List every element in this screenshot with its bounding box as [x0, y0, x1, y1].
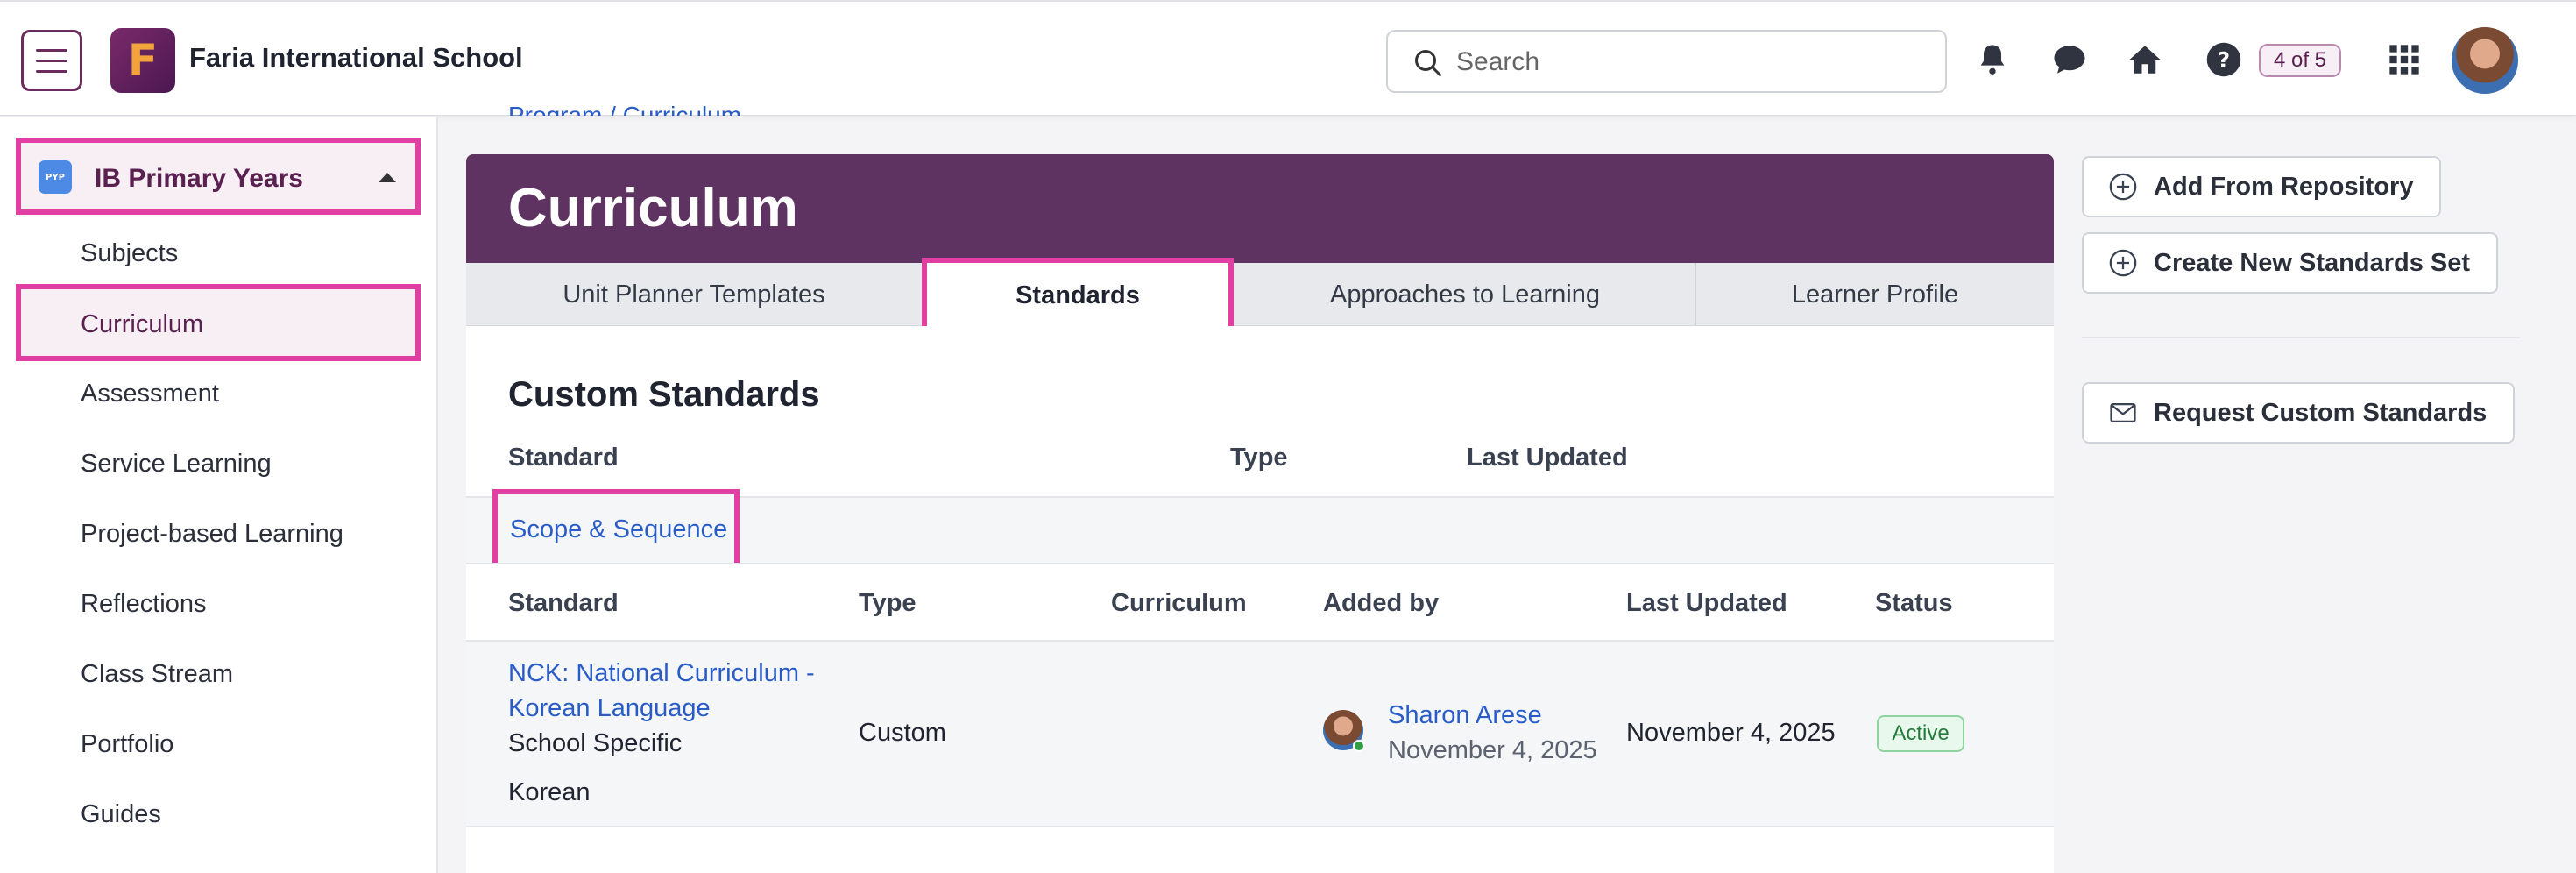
school-logo[interactable]: F: [110, 28, 175, 93]
tab-bar: Unit Planner Templates Standards Approac…: [466, 258, 2054, 333]
menu-line: [36, 48, 67, 52]
column-header-last-updated[interactable]: Last Updated: [1467, 444, 1628, 472]
column-header-standard[interactable]: Standard: [508, 444, 619, 472]
request-custom-standards-button[interactable]: Request Custom Standards: [2082, 382, 2516, 444]
standard-scope-label: School Specific: [508, 729, 683, 757]
sidebar-item-class-stream[interactable]: Class Stream: [81, 660, 233, 689]
inner-header-added-by[interactable]: Added by: [1323, 589, 1439, 618]
menu-line: [36, 59, 67, 62]
sidebar-item-subjects[interactable]: Subjects: [81, 239, 178, 268]
plus-circle-icon: [2109, 173, 2137, 201]
sidebar-item-guides[interactable]: Guides: [81, 800, 161, 829]
inner-header-curriculum[interactable]: Curriculum: [1111, 589, 1247, 618]
sidebar-item-project-based-learning[interactable]: Project-based Learning: [81, 520, 343, 549]
sidebar-item-reflections[interactable]: Reflections: [81, 590, 206, 619]
logo-letter: F: [127, 35, 159, 86]
create-new-standards-set-button[interactable]: Create New Standards Set: [2082, 232, 2499, 294]
standard-type: Custom: [859, 719, 946, 747]
status-badge: Active: [1877, 715, 1964, 752]
inner-header-status[interactable]: Status: [1875, 589, 1953, 618]
row-divider: [466, 826, 2054, 827]
scope-sequence-group[interactable]: Scope & Sequence: [492, 489, 740, 570]
online-status-dot: [1353, 740, 1365, 752]
add-from-repository-label: Add From Repository: [2154, 172, 2414, 201]
standard-name-link-line1[interactable]: NCK: National Curriculum -: [508, 659, 815, 688]
scope-sequence-link[interactable]: Scope & Sequence: [510, 515, 727, 544]
caret-up-icon: [379, 173, 396, 182]
envelope-icon: [2110, 402, 2136, 423]
tab-standards[interactable]: Standards: [922, 258, 1234, 333]
program-selector[interactable]: PYP IB Primary Years: [16, 138, 421, 215]
sidebar: PYP IB Primary Years Subjects Curriculum…: [0, 117, 438, 873]
help-progress-badge[interactable]: 4 of 5: [2259, 44, 2341, 77]
school-name: Faria International School: [189, 42, 523, 73]
added-by-date: November 4, 2025: [1388, 736, 1597, 764]
inner-header-type[interactable]: Type: [859, 589, 916, 618]
breadcrumb[interactable]: Program / Curriculum: [508, 89, 859, 116]
actions-divider: [2082, 337, 2520, 338]
pyp-program-icon: PYP: [39, 160, 72, 194]
standard-name-link-line2[interactable]: Korean Language: [508, 694, 711, 723]
program-label: IB Primary Years: [95, 164, 303, 193]
sidebar-item-assessment[interactable]: Assessment: [81, 380, 219, 408]
added-by-name-link[interactable]: Sharon Arese: [1388, 701, 1542, 730]
apps-grid-icon[interactable]: [2385, 40, 2424, 79]
column-header-type[interactable]: Type: [1230, 444, 1288, 472]
help-question-icon[interactable]: ?: [2204, 40, 2243, 79]
create-new-standards-set-label: Create New Standards Set: [2154, 248, 2471, 277]
search-icon: [1415, 50, 1441, 76]
notifications-bell-icon[interactable]: [1973, 40, 2012, 79]
tab-unit-planner-templates[interactable]: Unit Planner Templates: [466, 263, 922, 326]
plus-circle-icon: [2109, 249, 2137, 277]
menu-line: [36, 69, 67, 73]
section-title: Custom Standards: [508, 375, 820, 414]
hamburger-menu-button[interactable]: [21, 30, 82, 91]
svg-text:?: ?: [2218, 47, 2230, 73]
user-avatar[interactable]: [2450, 25, 2520, 96]
standard-language: Korean: [508, 778, 591, 806]
tab-approaches-to-learning[interactable]: Approaches to Learning: [1237, 263, 1693, 326]
request-custom-standards-label: Request Custom Standards: [2154, 398, 2488, 427]
last-updated-date: November 4, 2025: [1626, 719, 1836, 747]
page-header: Curriculum: [466, 154, 2054, 263]
sidebar-item-label: Curriculum: [81, 310, 204, 338]
tab-learner-profile[interactable]: Learner Profile: [1696, 263, 2054, 326]
home-icon[interactable]: [2126, 40, 2164, 79]
search-box[interactable]: [1386, 30, 1947, 93]
pyp-icon-text: PYP: [46, 172, 65, 182]
messages-chat-icon[interactable]: [2050, 40, 2089, 79]
inner-table-header: Standard Type Curriculum Added by Last U…: [466, 564, 2054, 642]
sidebar-item-curriculum[interactable]: Curriculum: [16, 284, 421, 361]
inner-header-last-updated[interactable]: Last Updated: [1626, 589, 1787, 618]
page-title: Curriculum: [508, 178, 798, 238]
sidebar-item-service-learning[interactable]: Service Learning: [81, 450, 272, 479]
top-bar: F Faria International School ? 4 of 5: [0, 0, 2576, 116]
inner-header-standard[interactable]: Standard: [508, 589, 619, 618]
add-from-repository-button[interactable]: Add From Repository: [2082, 156, 2442, 217]
standards-content: Custom Standards Standard Type Last Upda…: [466, 326, 2054, 873]
sidebar-item-portfolio[interactable]: Portfolio: [81, 730, 173, 759]
search-input[interactable]: [1456, 46, 1912, 79]
